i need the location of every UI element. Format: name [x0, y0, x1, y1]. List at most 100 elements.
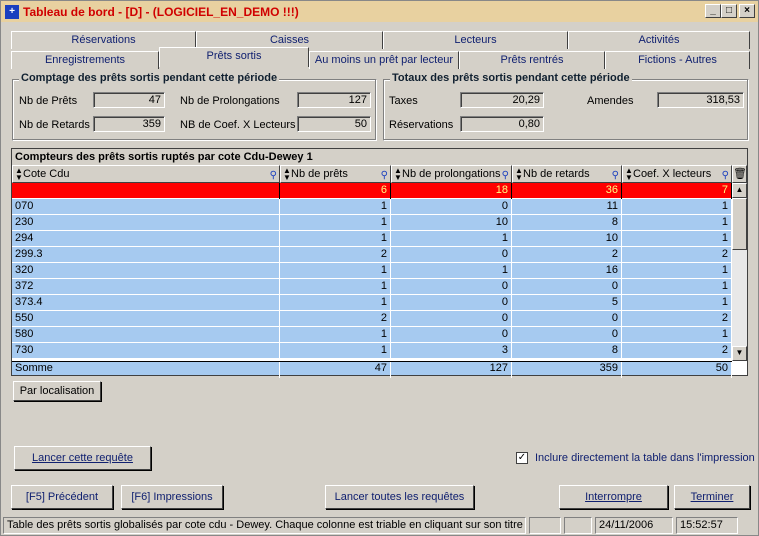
nb-prolong-label: Nb de Prolongations: [180, 95, 280, 107]
scroll-down-button[interactable]: ▼: [732, 346, 747, 361]
impressions-button[interactable]: [F6] Impressions: [121, 485, 223, 509]
search-icon[interactable]: ⚲: [722, 168, 729, 182]
cell-nb-retards: 16: [512, 263, 622, 279]
status-time: 15:52:57: [676, 517, 738, 534]
table-row[interactable]: 294 1 1 10 1: [12, 231, 732, 247]
tab-prets-sortis[interactable]: Prêts sortis: [159, 47, 309, 67]
search-icon[interactable]: ⚲: [612, 168, 619, 182]
cell-cote: [12, 183, 280, 199]
cell-nb-prets: 1: [280, 263, 391, 279]
cell-cote: 294: [12, 231, 280, 247]
search-icon[interactable]: ⚲: [270, 168, 277, 182]
cell-nb-retards: 0: [512, 311, 622, 327]
tab-enregistrements[interactable]: Enregistrements: [11, 51, 159, 69]
cell-nb-prets: 1: [280, 231, 391, 247]
cell-coef: 1: [622, 279, 732, 295]
scroll-thumb[interactable]: [732, 198, 747, 250]
status-bar: Table des prêts sortis globalisés par co…: [1, 515, 758, 535]
table-row[interactable]: 373.4 1 0 5 1: [12, 295, 732, 311]
terminer-button[interactable]: Terminer: [674, 485, 750, 509]
col-header-coef[interactable]: ▲ ▼ Coef. X lecteurs ⚲: [622, 165, 732, 183]
cell-coef: 1: [622, 295, 732, 311]
table-row[interactable]: 550 2 0 0 2: [12, 311, 732, 327]
cell-coef: 1: [622, 199, 732, 215]
cell-nb-prolong: 0: [391, 295, 512, 311]
interrompre-button[interactable]: Interrompre: [559, 485, 668, 509]
table-row[interactable]: 730 1 3 8 2: [12, 343, 732, 359]
status-empty-2: [564, 517, 592, 534]
nb-retards-label: Nb de Retards: [19, 119, 90, 131]
col-label: Nb de retards: [523, 168, 590, 180]
nb-prolong-field: 127: [297, 92, 371, 108]
table-row[interactable]: 230 1 10 8 1: [12, 215, 732, 231]
cell-cote: 580: [12, 327, 280, 343]
col-header-nb-prolongations[interactable]: ▲ ▼ Nb de prolongations ⚲: [391, 165, 512, 183]
tab-activites[interactable]: Activités: [568, 31, 750, 49]
minimize-button[interactable]: _: [705, 4, 721, 18]
table-row[interactable]: 299.3 2 0 2 2: [12, 247, 732, 263]
title-bar[interactable]: + Tableau de bord - [D] - (LOGICIEL_EN_D…: [1, 1, 758, 22]
tab-au-moins-un-pret[interactable]: Au moins un prêt par lecteur: [309, 51, 459, 69]
table-row[interactable]: 320 1 1 16 1: [12, 263, 732, 279]
cell-nb-retards: 5: [512, 295, 622, 311]
table-row[interactable]: 580 1 0 0 1: [12, 327, 732, 343]
vertical-scrollbar[interactable]: ▲ ▼: [732, 183, 747, 361]
cell-cote: 299.3: [12, 247, 280, 263]
cell-nb-retards: 0: [512, 327, 622, 343]
nb-coef-label: NB de Coef. X Lecteurs: [180, 119, 296, 131]
taxes-label: Taxes: [389, 95, 418, 107]
table-row[interactable]: 070 1 0 11 1: [12, 199, 732, 215]
sum-label: Somme: [12, 362, 280, 378]
trash-icon[interactable]: 🗑: [732, 165, 747, 183]
taxes-field: 20,29: [460, 92, 544, 108]
cell-coef: 1: [622, 231, 732, 247]
lancer-toutes-button[interactable]: Lancer toutes les requêtes: [325, 485, 474, 509]
cell-nb-retards: 11: [512, 199, 622, 215]
col-header-cote-cdu[interactable]: ▲ ▼ Cote Cdu ⚲: [12, 165, 280, 183]
cell-nb-prets: 1: [280, 215, 391, 231]
sort-icon: ▲ ▼: [283, 166, 291, 182]
cell-cote: 373.4: [12, 295, 280, 311]
close-button[interactable]: ×: [739, 4, 755, 18]
cell-nb-prolong: 1: [391, 263, 512, 279]
col-label: Coef. X lecteurs: [633, 168, 712, 180]
sum-nb-prolong: 127: [391, 362, 512, 378]
scroll-up-button[interactable]: ▲: [732, 183, 747, 198]
col-header-nb-retards[interactable]: ▲ ▼ Nb de retards ⚲: [512, 165, 622, 183]
precedent-button[interactable]: [F5] Précédent: [11, 485, 113, 509]
lancer-requete-button[interactable]: Lancer cette requête: [14, 446, 151, 470]
cell-coef: 2: [622, 311, 732, 327]
cell-nb-prolong: 10: [391, 215, 512, 231]
tab-fictions-autres[interactable]: Fictions - Autres: [605, 51, 750, 69]
col-label: Cote Cdu: [23, 168, 70, 180]
sort-icon: ▲ ▼: [515, 166, 523, 182]
col-header-nb-prets[interactable]: ▲ ▼ Nb de prêts ⚲: [280, 165, 391, 183]
cell-nb-prets: 1: [280, 295, 391, 311]
table-title: Compteurs des prêts sortis ruptés par co…: [12, 149, 747, 165]
nb-coef-field: 50: [297, 116, 371, 132]
tab-prets-rentres[interactable]: Prêts rentrés: [459, 51, 605, 69]
inclure-label: Inclure directement la table dans l'impr…: [535, 452, 755, 464]
par-localisation-button[interactable]: Par localisation: [13, 381, 101, 401]
nb-prets-field: 47: [93, 92, 165, 108]
tab-lecteurs[interactable]: Lecteurs: [383, 31, 568, 49]
cell-nb-prolong: 0: [391, 199, 512, 215]
search-icon[interactable]: ⚲: [381, 168, 388, 182]
reservations-label: Réservations: [389, 119, 454, 131]
cell-nb-prets: 2: [280, 247, 391, 263]
search-icon[interactable]: ⚲: [502, 168, 509, 182]
cell-coef: 7: [622, 183, 732, 199]
cell-nb-prets: 1: [280, 279, 391, 295]
nb-retards-field: 359: [93, 116, 165, 132]
col-label: Nb de prolongations: [402, 168, 501, 180]
sort-icon: ▲ ▼: [15, 166, 23, 182]
cell-nb-prets: 6: [280, 183, 391, 199]
table-row[interactable]: 372 1 0 0 1: [12, 279, 732, 295]
cell-nb-prets: 2: [280, 311, 391, 327]
cell-cote: 550: [12, 311, 280, 327]
inclure-checkbox[interactable]: ✓: [516, 452, 528, 464]
status-empty-1: [529, 517, 561, 534]
maximize-button[interactable]: □: [721, 4, 737, 18]
reservations-field: 0,80: [460, 116, 544, 132]
table-row[interactable]: 6 18 36 7: [12, 183, 732, 199]
